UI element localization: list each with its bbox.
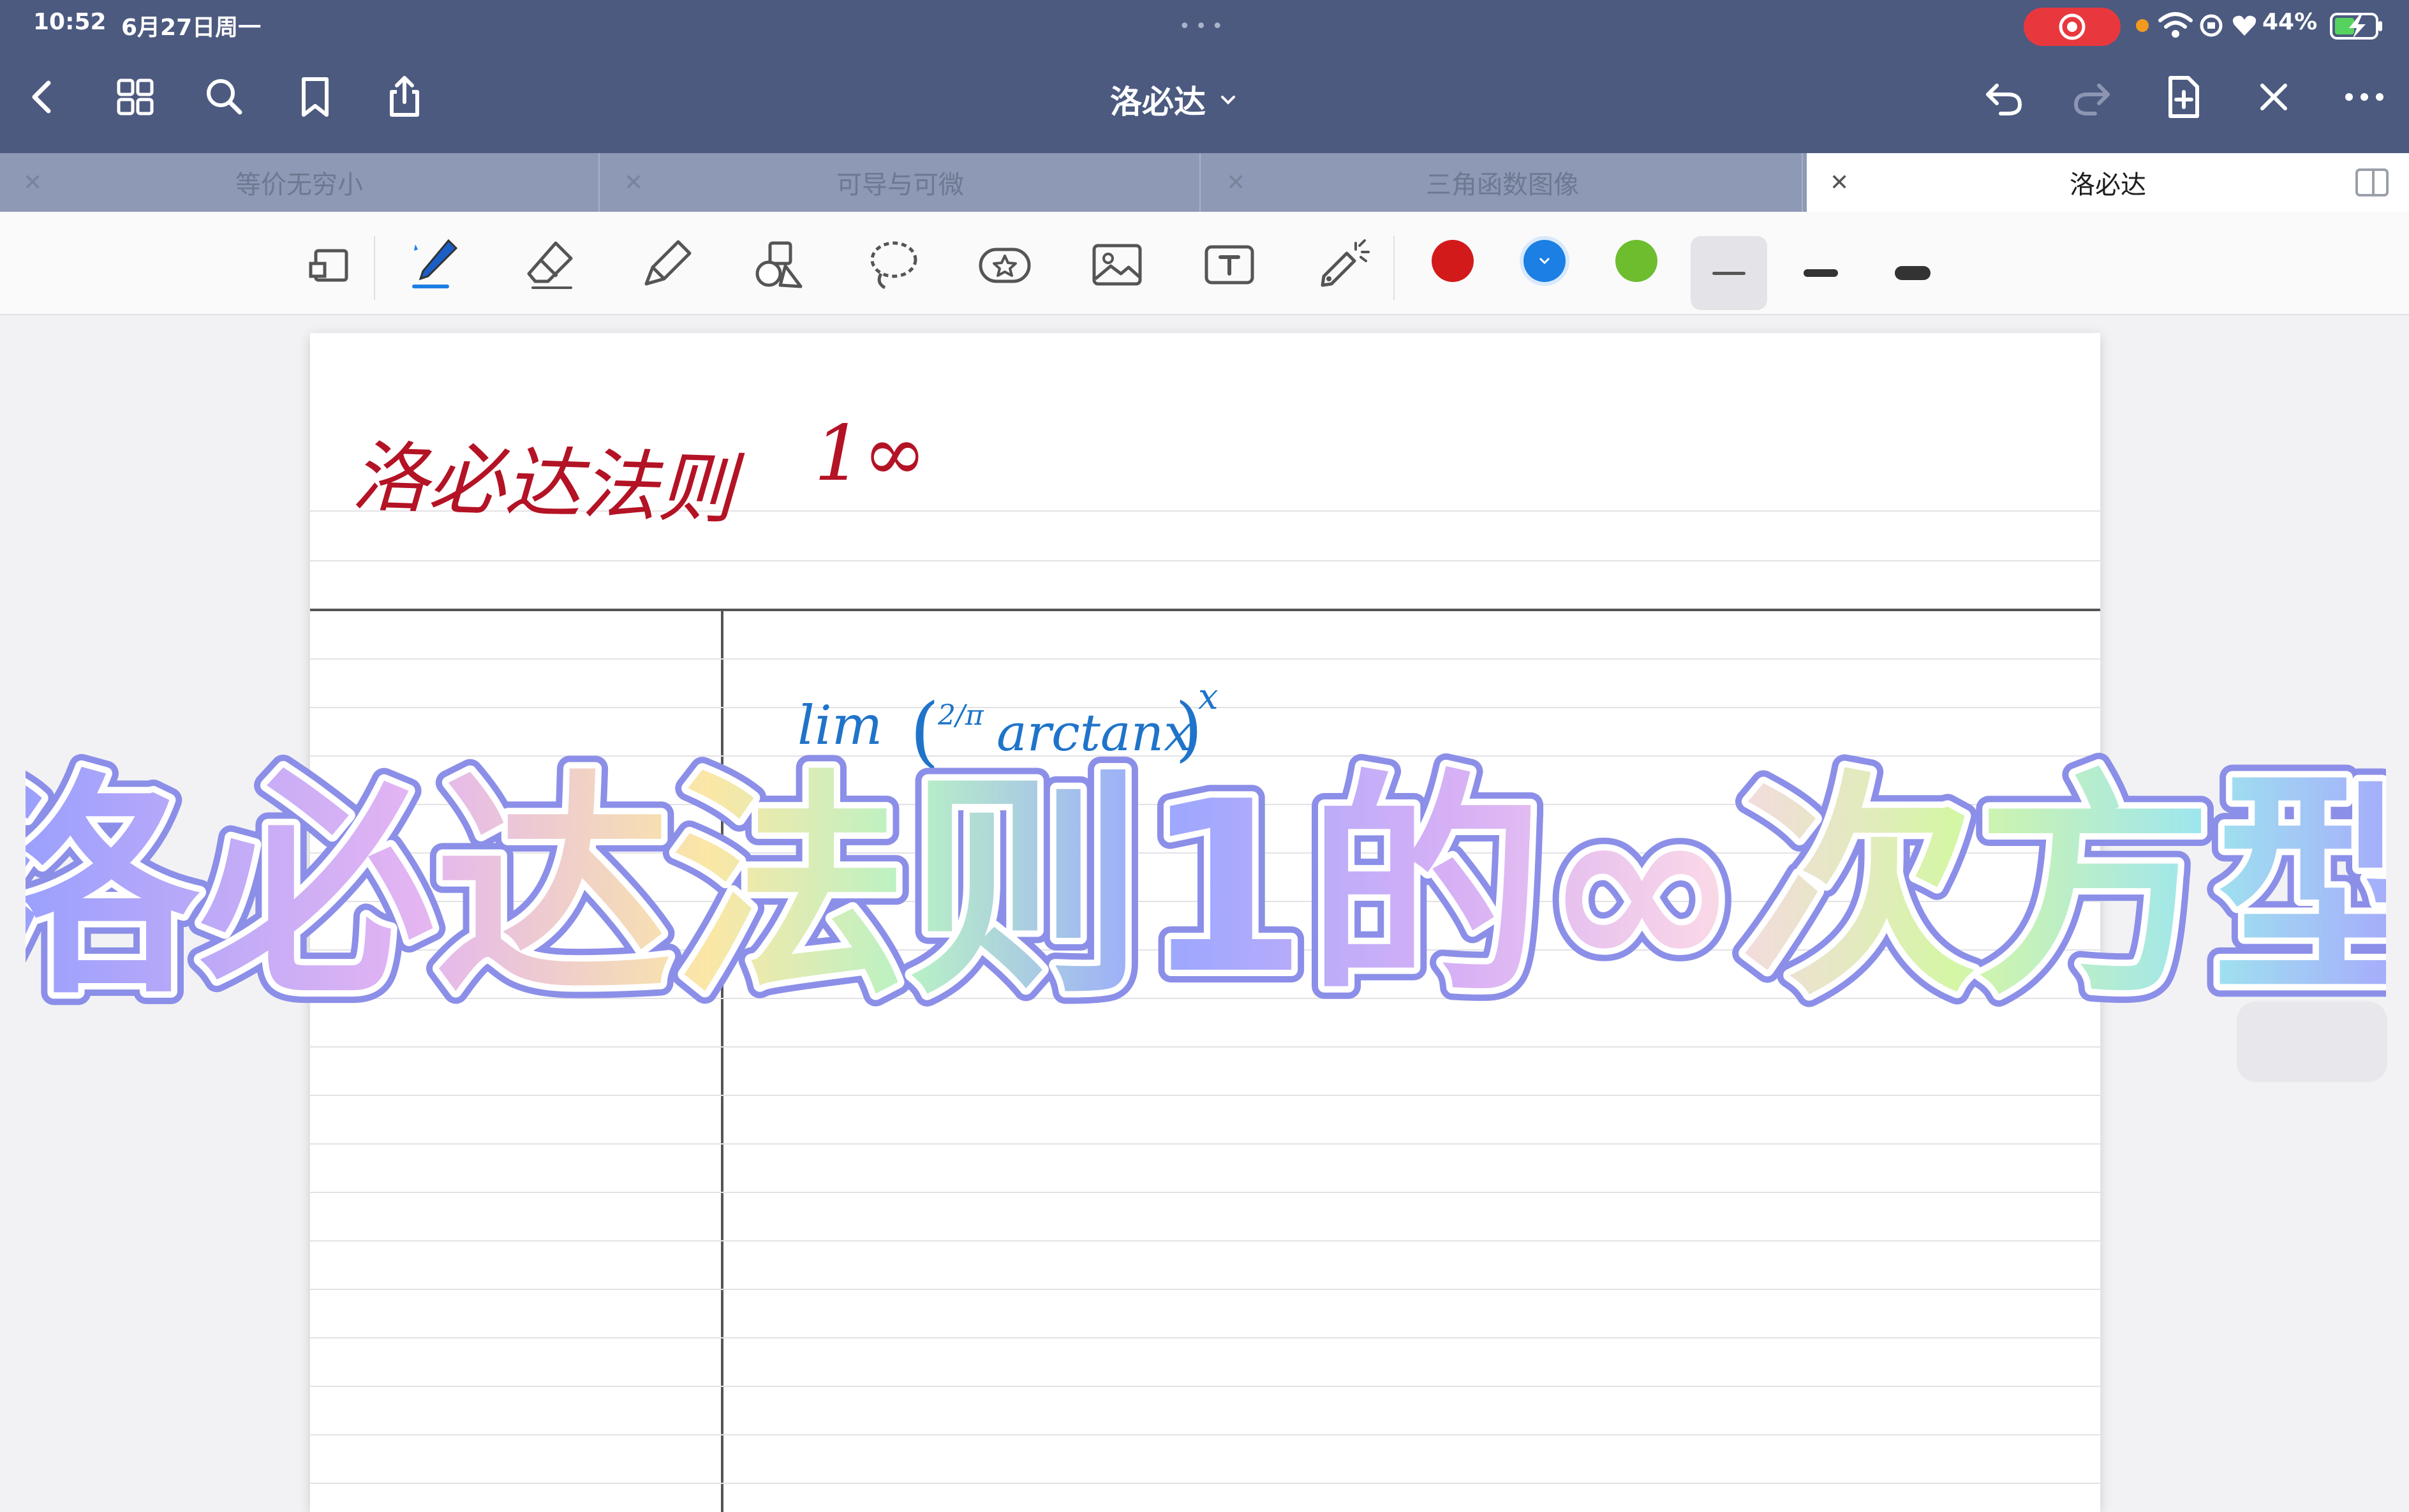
- sticker-tool[interactable]: [970, 230, 1040, 300]
- tab-lhopital[interactable]: ✕ 洛必达: [1807, 153, 2409, 212]
- ruled-line: [310, 1289, 2100, 1290]
- undo-icon: [1986, 84, 2022, 115]
- read-only-mode-button[interactable]: [295, 230, 365, 300]
- highlighter-icon: [644, 240, 692, 286]
- split-view-icon[interactable]: [2354, 167, 2390, 198]
- ruled-line: [310, 1386, 2100, 1387]
- back-button[interactable]: [18, 71, 69, 122]
- formula-fraction: 2/π: [938, 699, 984, 732]
- ruled-line: [310, 1095, 2100, 1096]
- chevron-left-icon: [32, 80, 51, 114]
- shapes-icon: [755, 241, 803, 288]
- tab-label: 可导与可微: [836, 170, 964, 200]
- text-tool[interactable]: [1194, 230, 1264, 300]
- shape-tool[interactable]: [744, 230, 814, 300]
- add-page-button[interactable]: [2158, 71, 2209, 122]
- wifi-icon: [2158, 12, 2193, 38]
- thumbnails-button[interactable]: [110, 71, 161, 122]
- more-icon: [2345, 93, 2383, 101]
- ruled-line: [310, 1240, 2100, 1241]
- video-title-overlay: 洛必达法则1的∞次方型 洛必达法则1的∞次方型 洛必达法则1的∞次方型: [26, 739, 2386, 1039]
- handwritten-title: 洛必达法则: [350, 433, 736, 535]
- screen-record-indicator[interactable]: [2024, 8, 2121, 46]
- ruled-line: [310, 658, 2100, 660]
- tab-close-icon[interactable]: ✕: [624, 170, 643, 196]
- more-button[interactable]: [2339, 71, 2390, 122]
- toolbar-divider: [1393, 236, 1395, 300]
- document-title: 洛必达: [1110, 84, 1206, 121]
- stroke-medium-icon: [1804, 269, 1838, 277]
- battery-percent: 44%: [2262, 9, 2318, 35]
- header-rule: [310, 609, 2100, 611]
- bookmark-icon: [302, 77, 329, 117]
- stroke-thick-button[interactable]: [1874, 236, 1951, 310]
- multitask-dots[interactable]: •••: [1179, 15, 1228, 38]
- tab-close-icon[interactable]: ✕: [23, 170, 42, 196]
- ruled-line: [310, 1143, 2100, 1145]
- redo-icon: [2073, 84, 2110, 115]
- handwritten-type-tag: 1∞: [814, 410, 927, 498]
- tab-trig-graphs[interactable]: ✕ 三角函数图像: [1203, 153, 1803, 212]
- formula-exponent: x: [1198, 676, 1219, 718]
- pen-icon: [412, 239, 458, 288]
- status-time: 10:52: [33, 9, 107, 35]
- chevron-down-icon: [1539, 257, 1550, 265]
- tab-label: 等价无穷小: [235, 170, 363, 200]
- image-icon: [1092, 244, 1142, 286]
- heart-icon: [2232, 15, 2257, 36]
- color-blue-swatch[interactable]: [1523, 240, 1566, 282]
- sticker-star-icon: [979, 248, 1031, 283]
- lasso-tool[interactable]: [857, 230, 928, 300]
- tab-derivative-differential[interactable]: ✕ 可导与可微: [601, 153, 1201, 212]
- tab-label: 三角函数图像: [1426, 170, 1579, 200]
- bookmark-button[interactable]: [290, 71, 341, 122]
- orientation-lock-icon: [2200, 14, 2223, 37]
- redo-button[interactable]: [2067, 71, 2118, 122]
- color-red-swatch[interactable]: [1432, 240, 1474, 282]
- tab-close-icon[interactable]: ✕: [1830, 170, 1849, 196]
- grid-icon: [117, 78, 154, 115]
- image-tool[interactable]: [1082, 230, 1152, 300]
- stroke-medium-button[interactable]: [1783, 236, 1859, 310]
- record-icon: [2059, 13, 2086, 40]
- document-title-menu[interactable]: 洛必达: [1110, 74, 1238, 125]
- stroke-thin-button[interactable]: [1691, 236, 1767, 310]
- eraser-icon: [527, 241, 573, 289]
- toolbar-divider: [374, 236, 375, 300]
- pen-tool[interactable]: [398, 230, 468, 300]
- laser-pointer-tool[interactable]: [1305, 230, 1375, 300]
- stroke-thick-icon: [1895, 266, 1931, 280]
- text-box-icon: [1204, 245, 1254, 285]
- status-date: 6月27日周一: [121, 15, 262, 41]
- ruled-line: [310, 1337, 2100, 1338]
- tab-equivalent-infinitesimal[interactable]: ✕ 等价无穷小: [0, 153, 600, 212]
- share-button[interactable]: [379, 71, 430, 122]
- laser-pointer-icon: [1321, 239, 1370, 287]
- eraser-tool[interactable]: [515, 230, 586, 300]
- privacy-dot: [2136, 19, 2149, 32]
- color-green-swatch[interactable]: [1615, 240, 1657, 282]
- add-page-icon: [2168, 76, 2199, 118]
- ruled-line: [310, 1483, 2100, 1484]
- search-button[interactable]: [199, 71, 250, 122]
- close-tools-button[interactable]: [2248, 71, 2299, 122]
- tab-label: 洛必达: [2070, 170, 2146, 200]
- document-view-icon: [309, 249, 348, 282]
- highlighter-tool[interactable]: [632, 230, 702, 300]
- overlay-title: 洛必达法则1的∞次方型: [26, 752, 2386, 1026]
- search-icon: [207, 79, 242, 115]
- ruled-line: [310, 1192, 2100, 1193]
- undo-button[interactable]: [1978, 71, 2029, 122]
- ruled-line: [310, 560, 2100, 561]
- stroke-thin-icon: [1712, 271, 1746, 275]
- chevron-down-icon: [1221, 96, 1235, 105]
- battery-charging-icon: [2330, 13, 2382, 40]
- lasso-icon: [870, 241, 917, 290]
- share-icon: [390, 76, 419, 117]
- tab-close-icon[interactable]: ✕: [1226, 170, 1245, 196]
- close-icon: [2260, 84, 2287, 110]
- ruled-line: [310, 1434, 2100, 1435]
- ruled-line: [310, 1046, 2100, 1048]
